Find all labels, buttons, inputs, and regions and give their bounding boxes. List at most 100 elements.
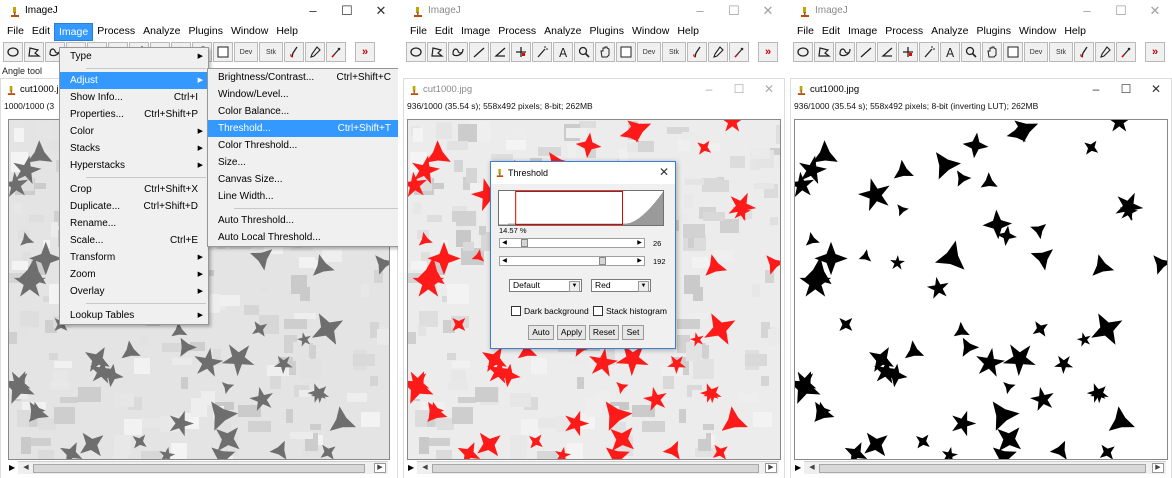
magnifier-tool[interactable] xyxy=(961,42,981,62)
menu-file[interactable]: File xyxy=(793,23,818,39)
checkbox-box[interactable] xyxy=(593,306,603,316)
magnifier-tool[interactable] xyxy=(574,42,594,62)
line-tool[interactable] xyxy=(469,42,489,62)
menu-item-show-info[interactable]: Show Info... Ctrl+I xyxy=(60,89,208,106)
stk-menu[interactable]: Stk xyxy=(1049,42,1073,62)
menu-item-auto-local-threshold[interactable]: Auto Local Threshold... xyxy=(208,229,398,246)
dropper-tool[interactable] xyxy=(708,42,728,62)
slider-left-icon[interactable]: ◀ xyxy=(500,239,509,247)
menu-item-size[interactable]: Size... xyxy=(208,154,398,171)
menu-item-rename[interactable]: Rename... xyxy=(60,215,208,232)
menu-item-threshold[interactable]: Threshold... Ctrl+Shift+T xyxy=(208,120,398,137)
auto-button[interactable]: Auto xyxy=(528,325,554,340)
line-tool[interactable] xyxy=(856,42,876,62)
dropper-tool[interactable] xyxy=(1095,42,1115,62)
menu-process[interactable]: Process xyxy=(881,23,927,39)
scroll-left-icon[interactable]: ◀ xyxy=(420,463,430,473)
stk-menu[interactable]: Stk xyxy=(259,42,283,62)
pencil-tool[interactable] xyxy=(1116,42,1136,62)
close-button[interactable]: ✕ xyxy=(754,79,784,101)
scroll-left-icon[interactable]: ◀ xyxy=(807,463,817,473)
point-tool[interactable] xyxy=(898,42,918,62)
menu-file[interactable]: File xyxy=(406,23,431,39)
minimize-button[interactable]: – xyxy=(1081,79,1111,101)
menu-item-brightness-contrast[interactable]: Brightness/Contrast... Ctrl+Shift+C xyxy=(208,69,398,86)
brush-tool[interactable] xyxy=(1074,42,1094,62)
point-tool[interactable] xyxy=(511,42,531,62)
scroll-right-icon[interactable]: ▶ xyxy=(1152,463,1164,473)
stack-scrollbar[interactable]: ▶ ◀ ▶ xyxy=(408,461,779,474)
menu-item-color[interactable]: Color ▶ xyxy=(60,123,208,140)
oval-tool[interactable] xyxy=(793,42,813,62)
menu-process[interactable]: Process xyxy=(93,23,139,39)
dev-menu[interactable]: Dev xyxy=(1024,42,1048,62)
brush-tool[interactable] xyxy=(284,42,304,62)
menu-item-scale[interactable]: Scale... Ctrl+E xyxy=(60,232,208,249)
menu-plugins[interactable]: Plugins xyxy=(185,23,227,39)
apply-button[interactable]: Apply xyxy=(557,325,586,340)
menu-analyze[interactable]: Analyze xyxy=(927,23,972,39)
menu-window[interactable]: Window xyxy=(628,23,673,39)
menu-item-hyperstacks[interactable]: Hyperstacks ▶ xyxy=(60,157,208,174)
menu-item-transform[interactable]: Transform ▶ xyxy=(60,249,208,266)
menu-item-auto-threshold[interactable]: Auto Threshold... xyxy=(208,212,398,229)
slider-right-icon[interactable]: ▶ xyxy=(635,239,644,247)
wand-tool[interactable] xyxy=(919,42,939,62)
stack-histogram-checkbox[interactable]: Stack histogram xyxy=(593,306,667,316)
scroll-right-icon[interactable]: ▶ xyxy=(765,463,777,473)
angle-tool[interactable] xyxy=(877,42,897,62)
menu-image[interactable]: Image xyxy=(54,23,94,41)
dark-background-checkbox[interactable]: Dark background xyxy=(511,306,589,316)
polygon-tool[interactable] xyxy=(427,42,447,62)
menu-window[interactable]: Window xyxy=(1015,23,1060,39)
stack-scrollbar[interactable]: ▶ ◀ ▶ xyxy=(9,461,388,474)
scroll-thumb[interactable] xyxy=(33,464,365,473)
maximize-button[interactable]: ☐ xyxy=(1104,0,1138,24)
close-button[interactable]: ✕ xyxy=(1138,0,1172,24)
menu-item-lookup-tables[interactable]: Lookup Tables ▶ xyxy=(60,307,208,324)
menu-item-color-threshold[interactable]: Color Threshold... xyxy=(208,137,398,154)
menu-item-window-level[interactable]: Window/Level... xyxy=(208,86,398,103)
polygon-tool[interactable] xyxy=(814,42,834,62)
slider-right-icon[interactable]: ▶ xyxy=(635,257,644,265)
minimize-button[interactable]: – xyxy=(683,0,717,24)
scroll-right-icon[interactable]: ▶ xyxy=(374,463,386,473)
hand-tool[interactable] xyxy=(595,42,615,62)
menu-edit[interactable]: Edit xyxy=(28,23,54,39)
text-tool[interactable]: A xyxy=(940,42,960,62)
text-tool[interactable]: A xyxy=(553,42,573,62)
menu-edit[interactable]: Edit xyxy=(431,23,457,39)
method-select[interactable]: Default ▼ xyxy=(509,279,582,292)
dev-menu[interactable]: Dev xyxy=(637,42,661,62)
play-icon[interactable]: ▶ xyxy=(9,463,15,472)
dev-menu[interactable]: Dev xyxy=(234,42,258,62)
checkbox-box[interactable] xyxy=(511,306,521,316)
menu-edit[interactable]: Edit xyxy=(818,23,844,39)
more-tools-button[interactable]: » xyxy=(758,42,778,62)
close-button[interactable]: ✕ xyxy=(1141,79,1171,101)
menu-file[interactable]: File xyxy=(3,23,28,39)
hand-tool[interactable] xyxy=(982,42,1002,62)
angle-tool[interactable] xyxy=(490,42,510,62)
menu-item-line-width[interactable]: Line Width... xyxy=(208,188,398,205)
menu-window[interactable]: Window xyxy=(227,23,272,39)
brush-tool[interactable] xyxy=(687,42,707,62)
menu-item-adjust[interactable]: Adjust ▶ xyxy=(60,72,208,89)
set-button[interactable]: Set xyxy=(622,325,644,340)
lower-slider-thumb[interactable] xyxy=(521,239,528,247)
stk-menu[interactable]: Stk xyxy=(662,42,686,62)
minimize-button[interactable]: – xyxy=(694,79,724,101)
color-picker-tool[interactable] xyxy=(616,42,636,62)
menu-analyze[interactable]: Analyze xyxy=(540,23,585,39)
dropper-tool[interactable] xyxy=(305,42,325,62)
menu-analyze[interactable]: Analyze xyxy=(139,23,184,39)
wand-tool[interactable] xyxy=(532,42,552,62)
color-picker-tool[interactable] xyxy=(213,42,233,62)
pencil-tool[interactable] xyxy=(729,42,749,62)
oval-tool[interactable] xyxy=(3,42,23,62)
menu-image[interactable]: Image xyxy=(457,23,494,39)
menu-help[interactable]: Help xyxy=(272,23,302,39)
close-button[interactable]: ✕ xyxy=(364,0,398,24)
menu-item-type[interactable]: Type ▶ xyxy=(60,48,208,65)
maximize-button[interactable]: ☐ xyxy=(330,0,364,24)
